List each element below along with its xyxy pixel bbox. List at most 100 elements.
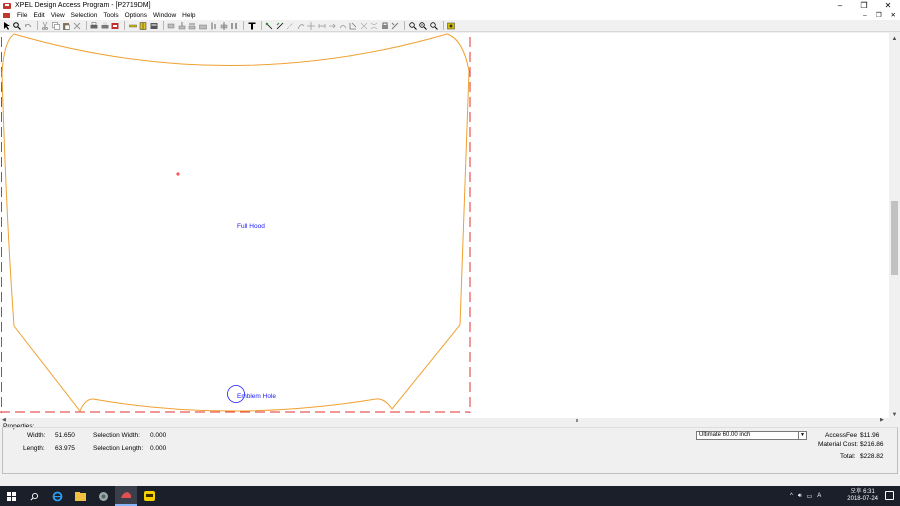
toolbar-separator	[260, 21, 262, 30]
width-value: 51.650	[55, 432, 75, 439]
xpel-app-taskbar-button[interactable]	[115, 486, 137, 506]
minimize-button[interactable]: –	[828, 0, 852, 11]
menu-edit[interactable]: Edit	[30, 11, 47, 20]
menu-file[interactable]: File	[14, 11, 30, 20]
doc-close-button[interactable]: ✕	[891, 11, 896, 20]
measure-icon[interactable]	[128, 21, 137, 30]
length-value: 63.975	[55, 445, 75, 452]
emblem-hole-label: Emblem Hole	[237, 393, 277, 400]
selection-length-value: 0.000	[150, 445, 167, 452]
browser-icon[interactable]	[92, 486, 114, 506]
material-select[interactable]: Ultimate 60.00 inch ▼	[696, 431, 807, 440]
toolbar-separator	[124, 21, 125, 30]
menu-selection[interactable]: Selection	[68, 11, 101, 20]
menu-bar: File Edit View Selection Tools Options W…	[0, 11, 900, 20]
chevron-down-icon[interactable]: ▼	[798, 432, 806, 439]
document-icon[interactable]	[3, 13, 10, 18]
knife-icon[interactable]	[275, 21, 284, 30]
scale-icon[interactable]	[328, 21, 337, 30]
ime-indicator[interactable]: A	[817, 493, 821, 499]
zoom-out-icon[interactable]	[419, 21, 428, 30]
align-top-icon[interactable]	[198, 21, 207, 30]
toolbar-separator	[442, 21, 444, 30]
center-marker	[176, 172, 180, 176]
chat-app-icon[interactable]	[138, 486, 160, 506]
node-edit-icon[interactable]	[265, 21, 274, 30]
total-label: Total:	[840, 453, 856, 460]
align-right-icon[interactable]	[188, 21, 197, 30]
zoom-in-icon[interactable]	[408, 21, 417, 30]
app-logo-icon	[3, 2, 11, 9]
plot-icon[interactable]	[111, 21, 120, 30]
vertical-scroll-thumb[interactable]	[891, 201, 898, 275]
volume-icon[interactable]: 🔊︎	[798, 493, 802, 500]
pointer-icon[interactable]	[2, 21, 11, 30]
zoom-fit-icon[interactable]	[429, 21, 438, 30]
scroll-down-icon[interactable]: ▼	[890, 410, 899, 419]
toolbar-separator	[162, 21, 164, 30]
full-hood-label: Full Hood	[237, 223, 265, 230]
doc-restore-button[interactable]: ❐	[876, 11, 882, 20]
menu-help[interactable]: Help	[179, 11, 198, 20]
menu-tools[interactable]: Tools	[100, 11, 121, 20]
menu-options[interactable]: Options	[122, 11, 150, 20]
horizontal-scroll-thumb[interactable]	[576, 419, 578, 422]
toolbar-separator	[36, 21, 38, 30]
file-explorer-icon[interactable]	[69, 486, 91, 506]
align-left-icon[interactable]	[167, 21, 176, 30]
print-icon[interactable]	[90, 21, 99, 30]
notification-icon[interactable]	[885, 491, 894, 500]
maximize-button[interactable]: ❐	[852, 0, 876, 11]
menu-view[interactable]: View	[48, 11, 68, 20]
move-icon[interactable]	[307, 21, 316, 30]
menu-window[interactable]: Window	[150, 11, 179, 20]
bezier-icon[interactable]	[296, 21, 305, 30]
cut-icon[interactable]	[41, 21, 50, 30]
window-controls: – ❐ ✕	[828, 0, 900, 11]
copy-icon[interactable]	[51, 21, 60, 30]
undo-icon[interactable]	[23, 21, 32, 30]
line-icon[interactable]	[286, 21, 295, 30]
print-preview-icon[interactable]	[100, 21, 109, 30]
bend-icon[interactable]	[349, 21, 358, 30]
paste-icon[interactable]	[62, 21, 71, 30]
clock[interactable]: 오후 6:31 2018-07-24	[847, 489, 878, 503]
window-title: XPEL Design Access Program - [P2719DM]	[15, 2, 151, 9]
snap-icon[interactable]	[380, 21, 389, 30]
text-icon[interactable]	[247, 21, 256, 30]
search-icon[interactable]	[23, 486, 45, 506]
properties-panel: Properties: Width: 51.650 Length: 63.975…	[0, 423, 900, 476]
lock-icon[interactable]	[391, 21, 400, 30]
cutter-icon[interactable]	[149, 21, 158, 30]
selection-width-label: Selection Width:	[93, 432, 140, 439]
weld-icon[interactable]	[338, 21, 347, 30]
distribute-icon[interactable]	[230, 21, 239, 30]
align-bottom-icon[interactable]	[219, 21, 228, 30]
rotate-icon[interactable]	[317, 21, 326, 30]
toolbar-separator	[243, 21, 244, 30]
doc-minimize-button[interactable]: –	[863, 11, 867, 20]
toolbar-separator	[404, 21, 405, 30]
access-fee-value: $11.96	[860, 432, 880, 439]
zoom-icon[interactable]	[13, 21, 22, 30]
access-fee-label: AccessFee	[825, 432, 858, 439]
network-icon[interactable]: ▭	[807, 493, 813, 500]
full-hood-outline	[1, 33, 470, 412]
vertical-scrollbar[interactable]: ▲ ▼	[889, 33, 900, 420]
mirror-icon[interactable]	[139, 21, 148, 30]
warp-icon[interactable]	[370, 21, 379, 30]
start-button[interactable]	[0, 486, 22, 506]
align-center-icon[interactable]	[177, 21, 186, 30]
delete-icon[interactable]	[72, 21, 81, 30]
align-middle-icon[interactable]	[209, 21, 218, 30]
drawing-canvas[interactable]: Full Hood Emblem Hole	[0, 33, 889, 418]
chevron-up-icon[interactable]: ^	[790, 493, 793, 499]
material-cost-value: $216.86	[860, 441, 884, 448]
scroll-up-icon[interactable]: ▲	[890, 34, 899, 43]
close-button[interactable]: ✕	[876, 0, 900, 11]
title-bar: XPEL Design Access Program - [P2719DM] –…	[0, 0, 900, 11]
total-value: $228.82	[860, 453, 884, 460]
export-icon[interactable]	[447, 21, 456, 30]
internet-explorer-icon[interactable]	[46, 486, 68, 506]
stretch-icon[interactable]	[359, 21, 368, 30]
